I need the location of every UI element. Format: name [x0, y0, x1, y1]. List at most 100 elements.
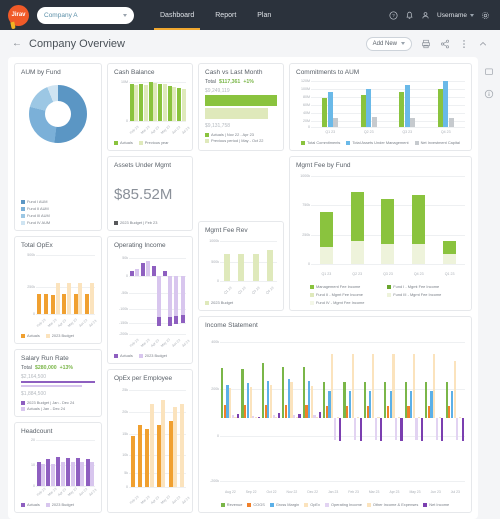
bar-opex[interactable]	[453, 361, 456, 419]
bar-stacked[interactable]	[412, 194, 426, 264]
bar-actuals[interactable]	[62, 294, 67, 315]
bar-stacked[interactable]	[319, 212, 333, 264]
bar-opex[interactable]	[310, 386, 313, 419]
bar-budget[interactable]	[238, 253, 245, 282]
bar-actuals[interactable]	[168, 420, 173, 488]
bar-prev-year[interactable]	[143, 84, 148, 121]
bar-actuals[interactable]	[44, 294, 49, 315]
bar-opex[interactable]	[229, 387, 232, 419]
bar-budget[interactable]	[149, 404, 154, 488]
share-icon[interactable]	[440, 39, 450, 49]
bar-actuals[interactable]	[130, 436, 135, 488]
person-icon[interactable]	[421, 11, 430, 20]
bar-actuals[interactable]	[75, 458, 80, 486]
hbar-actuals[interactable]	[205, 95, 277, 106]
hbar-previous-period[interactable]	[205, 108, 269, 119]
bar-actuals[interactable]	[156, 424, 161, 488]
bar-total-commitments[interactable]	[360, 95, 366, 128]
bar-opex[interactable]	[392, 354, 395, 419]
bar-stacked[interactable]	[350, 192, 364, 264]
nav-link-report[interactable]: Report	[215, 0, 236, 30]
bar-opex[interactable]	[290, 382, 293, 419]
bar-budget[interactable]	[252, 253, 259, 282]
bar-budget[interactable]	[224, 253, 231, 282]
bar-budget[interactable]	[173, 406, 178, 488]
bar-opex[interactable]	[351, 354, 354, 419]
bar-opex[interactable]	[331, 354, 334, 419]
bar-actuals[interactable]	[129, 84, 134, 121]
bar-actuals[interactable]	[66, 458, 71, 486]
bar-actuals[interactable]	[148, 82, 153, 121]
bar-stacked[interactable]	[443, 240, 457, 264]
bar-actuals[interactable]	[137, 424, 142, 488]
bar-actuals[interactable]	[177, 87, 181, 121]
bar-budget[interactable]	[156, 275, 161, 327]
bar-actuals[interactable]	[85, 294, 90, 315]
bar-prev-year[interactable]	[153, 83, 157, 121]
bar-actuals[interactable]	[158, 83, 162, 121]
bar-budget[interactable]	[50, 464, 55, 486]
bar-actuals[interactable]	[141, 262, 146, 276]
nav-link-plan[interactable]: Plan	[257, 0, 271, 30]
bar-actuals[interactable]	[163, 270, 168, 276]
bar-budget[interactable]	[161, 400, 166, 488]
bar-budget[interactable]	[55, 283, 60, 315]
bar-budget[interactable]	[78, 283, 83, 315]
bar-actuals[interactable]	[37, 294, 42, 315]
help-icon[interactable]: ?	[389, 11, 398, 20]
bar-actuals[interactable]	[167, 85, 172, 121]
bar-opex[interactable]	[433, 354, 436, 419]
bar-budget[interactable]	[41, 464, 46, 486]
bar-actuals[interactable]	[145, 429, 150, 488]
bell-icon[interactable]	[405, 11, 414, 20]
back-arrow-icon[interactable]: ←	[12, 38, 22, 49]
bar-total-aum[interactable]	[327, 92, 333, 128]
bar-actuals[interactable]	[85, 459, 90, 486]
bar-actuals[interactable]	[36, 461, 41, 486]
bar-budget[interactable]	[90, 461, 95, 486]
bar-budget[interactable]	[80, 461, 85, 486]
bar-opex[interactable]	[371, 354, 375, 419]
printer-icon[interactable]	[421, 39, 431, 49]
bar-budget[interactable]	[60, 461, 65, 486]
bar-total-commitments[interactable]	[399, 92, 405, 128]
bar-prev-year[interactable]	[181, 88, 186, 121]
bar-budget[interactable]	[167, 275, 172, 326]
bar-total-commitments[interactable]	[437, 89, 443, 128]
bar-actuals[interactable]	[139, 84, 143, 121]
nav-link-dashboard[interactable]: Dashboard	[153, 0, 201, 30]
info-icon[interactable]	[484, 89, 494, 99]
bar-opex[interactable]	[412, 354, 415, 419]
bar-actuals[interactable]	[152, 265, 157, 276]
bar-net-investment-capital[interactable]	[371, 117, 377, 128]
hbar-budget[interactable]	[21, 381, 95, 383]
bar-net-income[interactable]	[277, 412, 281, 419]
bar-budget[interactable]	[134, 268, 139, 276]
bar-budget[interactable]	[145, 260, 150, 276]
bar-prev-year[interactable]	[172, 86, 176, 121]
bar-prev-year[interactable]	[134, 84, 138, 121]
bar-net-income[interactable]	[318, 412, 321, 419]
bar-total-aum[interactable]	[443, 81, 449, 128]
comment-icon[interactable]	[484, 67, 494, 77]
bar-net-income[interactable]	[298, 413, 301, 419]
add-new-button[interactable]: Add New	[365, 36, 412, 51]
bar-total-aum[interactable]	[404, 84, 410, 128]
more-vertical-icon[interactable]	[459, 39, 469, 49]
bar-budget[interactable]	[66, 283, 71, 315]
bar-prev-year[interactable]	[162, 84, 167, 121]
bar-budget[interactable]	[174, 275, 179, 324]
bar-opex[interactable]	[249, 386, 252, 419]
bar-net-income[interactable]	[257, 417, 260, 419]
jirav-logo[interactable]: Jirav	[8, 4, 29, 26]
username-menu[interactable]: Username	[437, 12, 474, 19]
bar-total-aum[interactable]	[366, 88, 372, 128]
hbar-actuals[interactable]	[21, 385, 83, 387]
bar-net-investment-capital[interactable]	[333, 118, 339, 128]
gear-icon[interactable]	[481, 11, 490, 20]
company-selector[interactable]: Company A	[37, 6, 134, 24]
bar-actuals[interactable]	[73, 294, 78, 315]
bar-net-income[interactable]	[237, 413, 240, 419]
bar-stacked[interactable]	[381, 198, 395, 264]
bar-budget[interactable]	[180, 275, 185, 323]
